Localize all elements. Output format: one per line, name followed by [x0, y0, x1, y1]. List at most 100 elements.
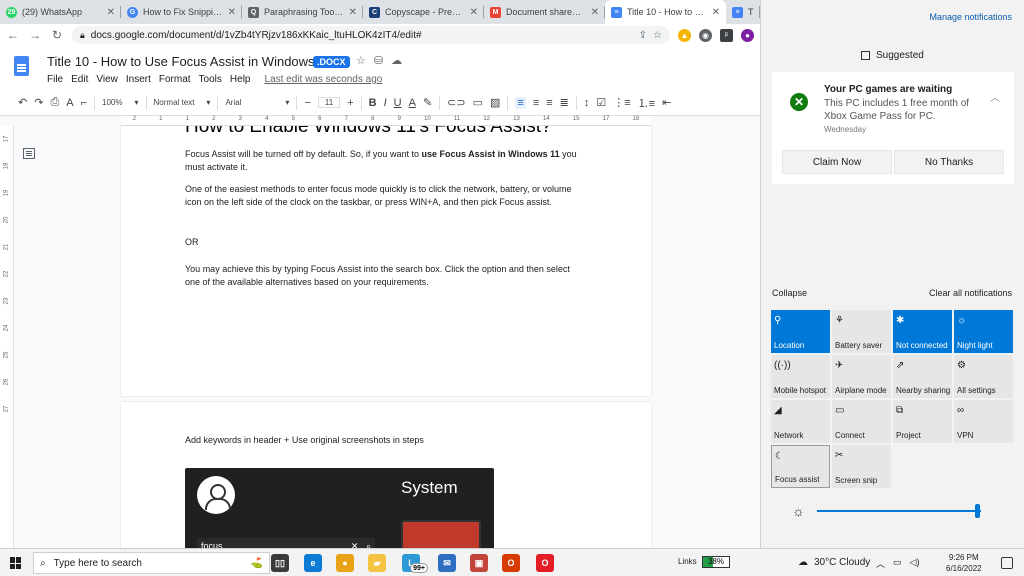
windows-start-icon[interactable] — [10, 557, 22, 569]
network-icon[interactable]: ▭ — [893, 557, 902, 570]
menu-tools[interactable]: Tools — [199, 74, 222, 85]
print-icon[interactable]: ⎙ — [50, 96, 59, 109]
bulleted-list-icon[interactable]: ⋮≡ — [613, 96, 630, 109]
decrease-indent-icon[interactable]: ⇤ — [662, 96, 671, 109]
extension-beta-icon[interactable]: β — [720, 28, 733, 42]
quick-action-battery-saver[interactable]: ⚘ Battery saver — [832, 310, 891, 353]
quick-action-project[interactable]: ⧉ Project — [893, 400, 952, 443]
cloud-saved-icon[interactable]: ☁ — [391, 54, 402, 67]
embedded-screenshot[interactable]: System focus ✕ ⌕ — [185, 468, 494, 548]
increase-font-size-icon[interactable]: + — [347, 97, 353, 109]
tab-close-icon[interactable]: ✕ — [591, 7, 599, 18]
notification-center-icon[interactable] — [1001, 557, 1013, 569]
clear-all-notifications-link[interactable]: Clear all notifications — [929, 288, 1012, 298]
line-spacing-icon[interactable]: ↕ — [584, 97, 590, 109]
move-to-folder-icon[interactable]: ⛁ — [374, 54, 383, 67]
brightness-slider[interactable] — [817, 510, 981, 512]
paint-format-icon[interactable]: ⌐ — [81, 97, 87, 109]
menu-edit[interactable]: Edit — [71, 74, 88, 85]
file-explorer-icon[interactable]: ▰ — [368, 554, 386, 572]
tab-copyscape[interactable]: C Copyscape - Premium ✕ — [363, 0, 484, 24]
quick-action-connect[interactable]: ▭ Connect — [832, 400, 891, 443]
tab-whatsapp[interactable]: 29 (29) WhatsApp ✕ — [0, 0, 121, 24]
comment-icon[interactable]: ▭ — [473, 96, 483, 109]
menu-view[interactable]: View — [96, 74, 118, 85]
bold-icon[interactable]: B — [369, 97, 377, 109]
edge-icon[interactable]: e — [304, 554, 322, 572]
links-toolbar[interactable]: Links — [678, 557, 697, 566]
url-text[interactable]: docs.google.com/document/d/1vZb4tYRjzv18… — [91, 30, 633, 41]
link-icon[interactable]: ⊂⊃ — [447, 96, 465, 109]
chrome-icon[interactable]: ● — [336, 554, 354, 572]
profile-avatar[interactable]: ● — [741, 28, 754, 42]
back-arrow-icon[interactable]: ← — [6, 28, 20, 42]
redo-icon[interactable]: ↷ — [34, 96, 43, 109]
font-select[interactable]: Arial ▾ — [225, 98, 289, 107]
google-docs-logo-icon[interactable] — [14, 56, 29, 76]
text-color-icon[interactable]: A — [409, 97, 416, 109]
quick-action-not-connected[interactable]: ✱ Not connected — [893, 310, 952, 353]
brightness-slider-thumb[interactable] — [975, 504, 980, 518]
volume-icon[interactable]: ◁) — [910, 557, 920, 570]
highlight-icon[interactable]: ✎ — [423, 96, 432, 109]
extension-warning-icon[interactable]: ▲ — [678, 28, 691, 42]
task-view-icon[interactable]: ▯▯ — [271, 554, 289, 572]
share-icon[interactable]: ⇪ — [639, 30, 647, 41]
align-right-icon[interactable]: ≡ — [546, 97, 552, 109]
omnibox[interactable]: 🔒︎ docs.google.com/document/d/1vZb4tYRjz… — [72, 26, 670, 44]
menu-help[interactable]: Help — [230, 74, 251, 85]
ruler-scale[interactable]: 2 1 1 2 3 4 5 6 7 8 9 10 11 12 13 14 15 17 18 — [121, 116, 651, 126]
undo-icon[interactable]: ↶ — [18, 96, 27, 109]
align-left-icon[interactable]: ≡ — [515, 96, 526, 109]
office-icon[interactable]: O — [502, 554, 520, 572]
underline-icon[interactable]: U — [394, 97, 402, 109]
quick-action-focus-assist[interactable]: ☾ Focus assist — [771, 445, 830, 488]
document-page[interactable]: Add keywords in header + Use original sc… — [121, 402, 651, 548]
tab-docs-active[interactable]: ≡ Title 10 - How to Use ✕ — [605, 0, 726, 24]
checklist-icon[interactable]: ☑ — [596, 96, 606, 109]
font-size-field[interactable]: 11 — [317, 97, 341, 108]
decrease-font-size-icon[interactable]: − — [304, 97, 310, 109]
battery-indicator[interactable]: 38% — [702, 556, 730, 568]
zoom-select[interactable]: 100% ▾ — [102, 98, 138, 107]
menu-insert[interactable]: Insert — [126, 74, 151, 85]
tab-close-icon[interactable]: ✕ — [470, 7, 478, 18]
notification-card[interactable]: ✕ Your PC games are waiting This PC incl… — [772, 72, 1014, 184]
claim-now-button[interactable]: Claim Now — [782, 150, 892, 174]
taskbar-clock[interactable]: 9:26 PM 6/16/2022 — [946, 552, 982, 574]
star-icon[interactable]: ☆ — [356, 54, 366, 67]
opera-icon[interactable]: O — [536, 554, 554, 572]
quick-action-vpn[interactable]: ∞ VPN — [954, 400, 1013, 443]
quick-action-screen-snip[interactable]: ✂ Screen snip — [832, 445, 891, 488]
photos-icon[interactable]: ▣ — [470, 554, 488, 572]
tab-quillbot[interactable]: Q Paraphrasing Tool | Quillbot ✕ — [242, 0, 363, 24]
chevron-up-icon[interactable]: ︿ — [876, 557, 885, 570]
quick-action-location[interactable]: ⚲ Location — [771, 310, 830, 353]
quick-action-network[interactable]: ◢ Network — [771, 400, 830, 443]
menu-file[interactable]: File — [47, 74, 63, 85]
quick-action-nearby-sharing[interactable]: ⇗ Nearby sharing — [893, 355, 952, 398]
reload-icon[interactable]: ↻ — [50, 28, 64, 42]
tab-docs-2[interactable]: ≡ Title — [726, 0, 760, 24]
chevron-up-icon[interactable]: ︿ — [990, 89, 1000, 104]
document-page[interactable]: How to Enable Windows 11's Focus Assist?… — [121, 126, 651, 396]
extension-camera-icon[interactable]: ◉ — [699, 28, 712, 42]
taskbar-search-box[interactable]: ⌕ Type here to search ⛳ — [33, 552, 270, 574]
quick-action-mobile-hotspot[interactable]: ((·)) Mobile hotspot — [771, 355, 830, 398]
last-edit-link[interactable]: Last edit was seconds ago — [264, 74, 382, 85]
numbered-list-icon[interactable]: ⒈≡ — [638, 95, 655, 111]
tab-gmail[interactable]: M Document shared with you ✕ — [484, 0, 605, 24]
collapse-link[interactable]: Collapse — [772, 288, 807, 298]
insert-image-icon[interactable]: ▨ — [490, 96, 500, 109]
tab-close-icon[interactable]: ✕ — [349, 7, 357, 18]
tab-close-icon[interactable]: ✕ — [712, 7, 720, 18]
style-select[interactable]: Normal text ▾ — [154, 98, 211, 107]
tab-close-icon[interactable]: ✕ — [228, 7, 236, 18]
no-thanks-button[interactable]: No Thanks — [894, 150, 1004, 174]
quick-action-all-settings[interactable]: ⚙ All settings — [954, 355, 1013, 398]
spellcheck-icon[interactable]: A — [66, 97, 73, 109]
document-title[interactable]: Title 10 - How to Use Focus Assist in Wi… — [47, 54, 332, 69]
forward-arrow-icon[interactable]: → — [28, 28, 42, 42]
menu-format[interactable]: Format — [159, 74, 191, 85]
quick-action-night-light[interactable]: ☼ Night light — [954, 310, 1013, 353]
